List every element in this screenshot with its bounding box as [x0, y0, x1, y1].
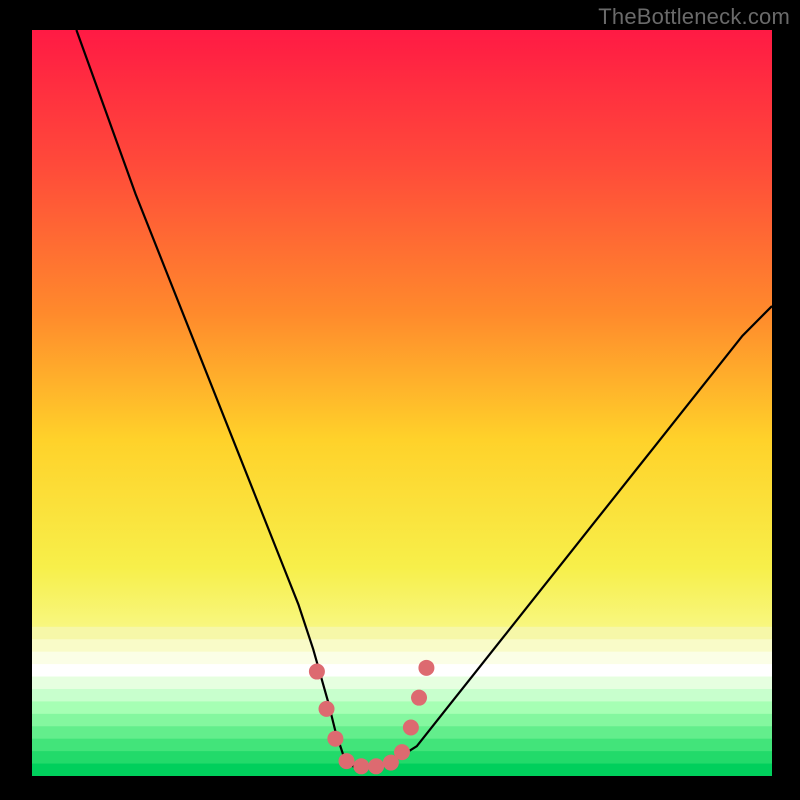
- bottleneck-chart: [0, 0, 800, 800]
- watermark-label: TheBottleneck.com: [598, 4, 790, 30]
- trough-marker: [319, 701, 335, 717]
- trough-marker: [418, 660, 434, 676]
- trough-marker: [411, 690, 427, 706]
- trough-marker: [339, 753, 355, 769]
- trough-marker: [368, 758, 384, 774]
- trough-marker: [394, 744, 410, 760]
- trough-marker: [309, 664, 325, 680]
- trough-marker: [327, 731, 343, 747]
- trough-marker: [353, 758, 369, 774]
- plot-inner: [32, 30, 772, 777]
- trough-marker: [403, 720, 419, 736]
- chart-stage: TheBottleneck.com: [0, 0, 800, 800]
